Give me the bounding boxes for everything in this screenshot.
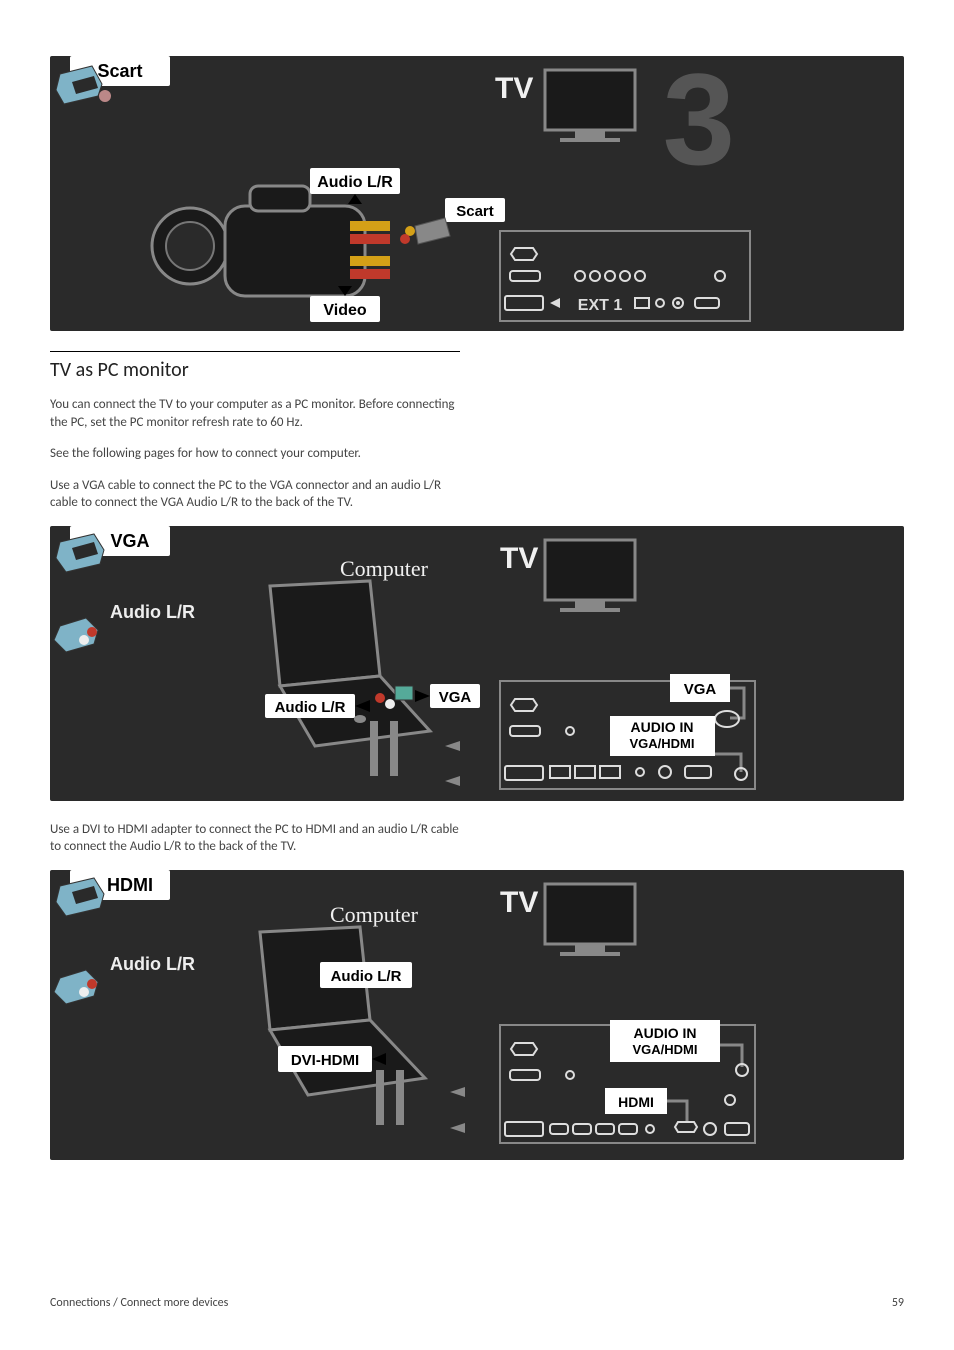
vga-tag: VGA — [110, 531, 149, 551]
audio-lr-mid: Audio L/R — [275, 699, 346, 716]
tv-back-panel: AUDIO IN VGA/HDMI HDMI — [500, 1020, 755, 1143]
video-label: Video — [323, 302, 367, 319]
tv-label: TV — [495, 72, 533, 105]
body-paragraph: Use a VGA cable to connect the PC to the… — [50, 477, 460, 512]
tv-label: TV — [500, 886, 538, 919]
vga-port-label: VGA — [684, 681, 717, 698]
vga-mid: VGA — [439, 689, 472, 706]
scart-tag: Scart — [56, 56, 170, 104]
diagram-vga-pc: VGA Audio L/R Computer TV — [50, 526, 904, 801]
audio-in-label: AUDIO IN — [634, 1025, 697, 1041]
footer-page-number: 59 — [892, 1296, 904, 1310]
computer-handwriting: Computer — [340, 556, 429, 581]
tv-label: TV — [500, 542, 538, 575]
body-paragraph: Use a DVI to HDMI adapter to connect the… — [50, 821, 460, 856]
vga-hdmi-label: VGA/HDMI — [633, 1042, 698, 1057]
audio-lr-label: Audio L/R — [317, 174, 393, 191]
computer-handwriting: Computer — [330, 902, 419, 927]
audio-lr-tag: Audio L/R — [110, 602, 195, 622]
scart-mid-label: Scart — [456, 203, 494, 220]
chapter-number: 3 — [663, 56, 735, 192]
footer-breadcrumb: Connections / Connect more devices — [50, 1296, 228, 1310]
diagram-dvi-hdmi-pc: HDMI Audio L/R Computer TV — [50, 870, 904, 1160]
audio-lr-mid: Audio L/R — [331, 968, 402, 985]
audio-lr-tag: Audio L/R — [110, 954, 195, 974]
dvi-hdmi-label: DVI-HDMI — [291, 1052, 359, 1069]
hdmi-tag: HDMI — [107, 875, 153, 895]
hdmi-port-label: HDMI — [618, 1094, 654, 1110]
section-heading: TV as PC monitor — [50, 358, 460, 382]
diagram-scart-camcorder: 3 Scart TV — [50, 56, 904, 331]
tv-back-panel: EXT 1 — [500, 231, 750, 321]
body-paragraph: See the following pages for how to conne… — [50, 445, 460, 463]
body-paragraph: You can connect the TV to your computer … — [50, 396, 460, 431]
tv-icon — [545, 70, 635, 142]
ext1-label: EXT 1 — [578, 297, 623, 314]
laptop-icon — [270, 581, 430, 746]
section-rule — [50, 351, 460, 352]
svg-text:Scart: Scart — [97, 61, 142, 81]
audio-in-label: AUDIO IN — [631, 719, 694, 735]
tv-back-panel: VGA AUDIO IN VGA/HDMI — [500, 674, 755, 789]
vga-hdmi-label: VGA/HDMI — [630, 736, 695, 751]
